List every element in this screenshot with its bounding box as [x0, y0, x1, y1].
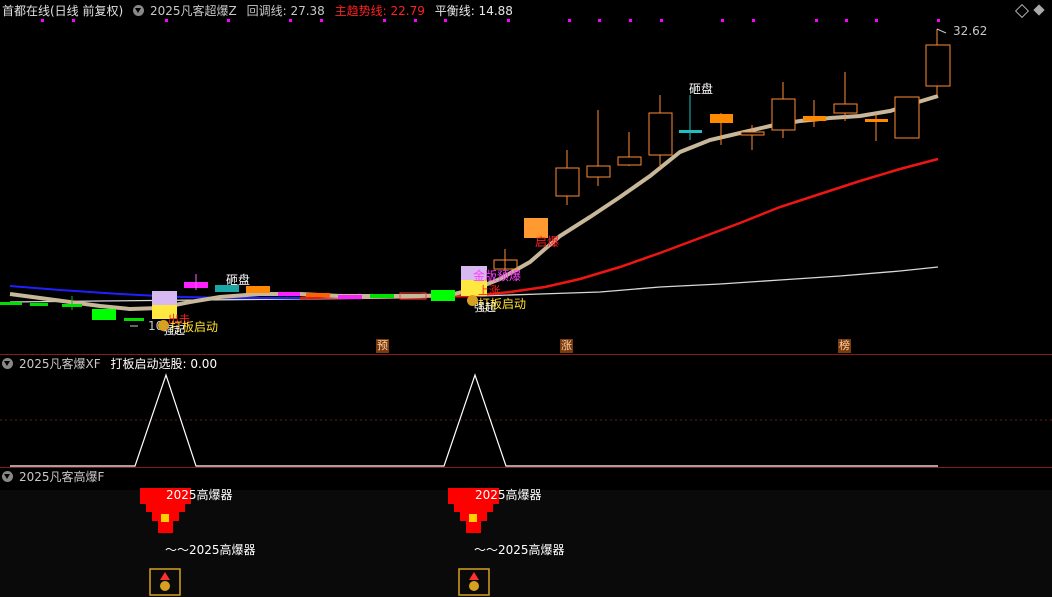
- money-bag-icon-right[interactable]: [459, 569, 489, 595]
- sub2-label-top-left: 2025高爆器: [166, 488, 233, 502]
- sub2-panel[interactable]: 2025凡客高爆F 2025高爆器 2025高爆器 ～～2025高爆器 ～～20…: [0, 468, 1052, 597]
- marker-zhang: 涨: [560, 339, 573, 353]
- sub2-label-bottom-right: ～～2025高爆器: [474, 543, 565, 557]
- high-price-pointer: [936, 28, 947, 34]
- sub1-signal-line: [10, 373, 938, 467]
- marker-yu: 预: [376, 339, 389, 353]
- signal-zapan-right: 砸盘: [689, 82, 714, 96]
- sub1-chart-canvas[interactable]: [0, 355, 1052, 467]
- trend-line: [299, 157, 939, 300]
- main-chart-panel[interactable]: 首都在线(日线 前复权) 2025凡客超爆Z 回调线: 27.38 主趋势线: …: [0, 0, 1052, 354]
- high-price-label: 32.62: [953, 24, 988, 38]
- money-bag-icon-left[interactable]: [150, 569, 180, 595]
- top-dot-markers: [41, 19, 940, 22]
- coin-icon-right: [467, 295, 478, 306]
- marker-bang: 榜: [838, 339, 851, 353]
- coin-icon-left: [158, 320, 169, 331]
- sub1-panel[interactable]: 2025凡客爆XF 打板启动选股: 0.00: [0, 355, 1052, 467]
- signal-qibao: 启爆: [535, 235, 560, 249]
- signal-zapan-left: 砸盘: [226, 273, 251, 287]
- sub2-label-top-right: 2025高爆器: [475, 488, 542, 502]
- sub2-label-bottom-left: ～～2025高爆器: [165, 543, 256, 557]
